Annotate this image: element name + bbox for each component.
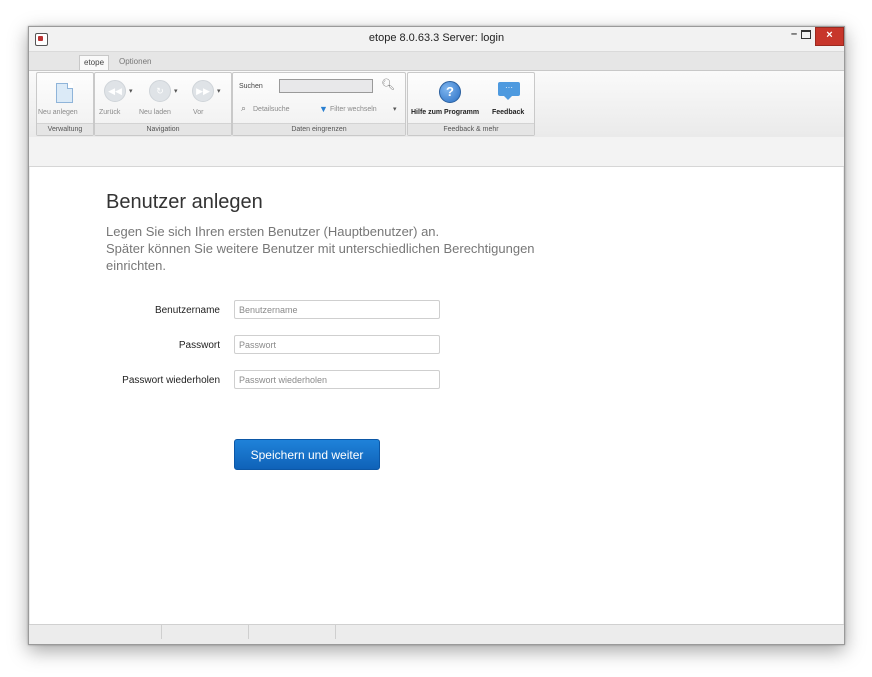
intro-line-2: Später können Sie weitere Benutzer mit u… (106, 241, 535, 256)
forward-arrow-icon[interactable]: ▶▶ (192, 80, 214, 102)
status-cell (162, 625, 249, 639)
close-button[interactable]: × (815, 27, 844, 46)
status-bar (29, 624, 844, 639)
vor-button[interactable]: Vor (193, 109, 204, 116)
page-intro: Legen Sie sich Ihren ersten Benutzer (Ha… (106, 223, 535, 274)
filter-wechseln-button[interactable]: Filter wechseln (330, 106, 377, 113)
password-repeat-label: Passwort wiederholen (122, 375, 220, 386)
search-icon[interactable]: 🔍︎ (381, 78, 395, 91)
ribbon: Neu anlegen Verwaltung ◀◀ ▾ ↻ ▾ ▶▶ ▾ Zur… (29, 70, 844, 138)
hilfe-zum-programm-button[interactable]: Hilfe zum Programm (411, 109, 479, 116)
help-icon[interactable]: ? (439, 81, 461, 103)
ribbon-tab-bar: etope Optionen (29, 52, 844, 71)
ribbon-group-verwaltung: Neu anlegen Verwaltung (36, 72, 94, 136)
new-document-icon[interactable] (56, 83, 73, 103)
detailsuche-button[interactable]: Detailsuche (253, 106, 290, 113)
group-label-navigation: Navigation (95, 123, 231, 135)
save-and-continue-button[interactable]: Speichern und weiter (234, 439, 380, 470)
page-title: Benutzer anlegen (106, 191, 263, 213)
forward-dropdown-icon[interactable]: ▾ (217, 87, 221, 95)
feedback-bubble-icon[interactable]: ··· (498, 82, 520, 100)
status-cell (249, 625, 336, 639)
group-label-daten: Daten eingrenzen (233, 123, 405, 135)
password-label: Passwort (178, 340, 220, 351)
ribbon-group-navigation: ◀◀ ▾ ↻ ▾ ▶▶ ▾ Zurück Neu laden Vor Navig… (94, 72, 232, 136)
status-cell (29, 625, 162, 639)
neu-laden-button[interactable]: Neu laden (139, 109, 171, 116)
zurueck-button[interactable]: Zurück (99, 109, 120, 116)
feedback-button[interactable]: Feedback (492, 109, 524, 116)
ribbon-group-daten-eingrenzen: Suchen 🔍︎ ⌕ Detailsuche ▼ Filter wechsel… (232, 72, 406, 136)
maximize-button[interactable] (799, 27, 813, 44)
group-label-verwaltung: Verwaltung (37, 123, 93, 135)
filter-dropdown-icon[interactable]: ▾ (393, 105, 397, 113)
neu-anlegen-button[interactable]: Neu anlegen (38, 109, 78, 116)
back-dropdown-icon[interactable]: ▾ (129, 87, 133, 95)
search-label: Suchen (239, 83, 263, 90)
sub-toolbar (29, 137, 844, 167)
window-title: etope 8.0.63.3 Server: login (368, 32, 505, 44)
main-content: Benutzer anlegen Legen Sie sich Ihren er… (30, 167, 843, 624)
magnifier-icon: ⌕ (241, 103, 247, 113)
filter-icon: ▼ (319, 104, 328, 114)
reload-icon[interactable]: ↻ (149, 80, 171, 102)
username-label: Benutzername (154, 305, 220, 316)
password-repeat-field[interactable] (234, 370, 440, 389)
username-field[interactable] (234, 300, 440, 319)
app-window: etope 8.0.63.3 Server: login – × etope O… (28, 26, 845, 645)
password-field[interactable] (234, 335, 440, 354)
search-input[interactable] (279, 79, 373, 93)
title-bar: etope 8.0.63.3 Server: login – × (29, 27, 844, 52)
tab-optionen[interactable]: Optionen (115, 55, 155, 70)
intro-line-3: einrichten. (106, 258, 166, 273)
ribbon-group-feedback: ? ··· Hilfe zum Programm Feedback Feedba… (407, 72, 535, 136)
tab-etope[interactable]: etope (79, 55, 110, 71)
back-arrow-icon[interactable]: ◀◀ (104, 80, 126, 102)
maximize-icon (801, 30, 811, 39)
group-label-feedback: Feedback & mehr (408, 123, 534, 135)
intro-line-1: Legen Sie sich Ihren ersten Benutzer (Ha… (106, 224, 440, 239)
reload-dropdown-icon[interactable]: ▾ (174, 87, 178, 95)
